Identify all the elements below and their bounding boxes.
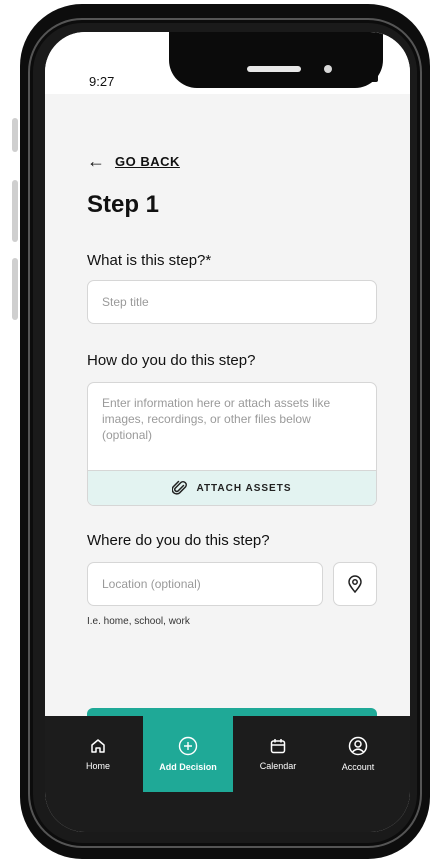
tab-home[interactable]: Home: [53, 716, 143, 792]
phone-side-button: [12, 118, 18, 152]
location-hint: I.e. home, school, work: [87, 616, 190, 627]
step-title-input[interactable]: Step title: [87, 280, 377, 324]
how-textarea[interactable]: Enter information here or attach assets …: [87, 382, 377, 506]
where-label: Where do you do this step?: [87, 532, 270, 549]
how-label: How do you do this step?: [87, 352, 256, 369]
go-back-label: GO BACK: [115, 153, 180, 169]
paperclip-icon: [172, 480, 188, 495]
location-input[interactable]: Location (optional): [87, 562, 323, 606]
location-pin-button[interactable]: [333, 562, 377, 606]
tab-calendar-label: Calendar: [259, 761, 297, 771]
attach-assets-label: ATTACH ASSETS: [196, 482, 292, 494]
calendar-icon: [270, 739, 286, 754]
notch-speaker: [247, 66, 301, 72]
phone-volume-down-button: [12, 258, 18, 320]
location-placeholder: Location (optional): [102, 577, 201, 591]
tab-account-label: Account: [341, 762, 375, 772]
account-icon: [348, 736, 368, 756]
tab-calendar[interactable]: Calendar: [233, 716, 323, 792]
step-title-placeholder: Step title: [102, 295, 149, 309]
plus-circle-icon: [178, 736, 198, 756]
phone-screen: 9:27 ← GO BACK Step 1 What is this step?…: [45, 32, 410, 832]
arrow-left-icon: ←: [87, 151, 105, 171]
bottom-tab-bar: Home Add Decision Calendar Account: [45, 716, 410, 832]
phone-notch: [169, 32, 383, 88]
attach-assets-button[interactable]: ATTACH ASSETS: [88, 470, 376, 505]
home-icon: [91, 739, 105, 753]
notch-camera: [324, 65, 332, 73]
tab-add-decision[interactable]: Add Decision: [143, 716, 233, 792]
how-placeholder: Enter information here or attach assets …: [102, 396, 331, 442]
map-pin-icon: [348, 575, 362, 593]
status-time: 9:27: [89, 74, 115, 89]
step-title-label: What is this step?*: [87, 252, 212, 269]
tab-add-decision-label: Add Decision: [159, 762, 217, 772]
tab-home-label: Home: [85, 761, 110, 771]
phone-volume-up-button: [12, 180, 18, 242]
page-title: Step 1: [87, 191, 160, 218]
go-back-link[interactable]: ← GO BACK: [87, 152, 180, 170]
tab-account[interactable]: Account: [313, 716, 403, 792]
